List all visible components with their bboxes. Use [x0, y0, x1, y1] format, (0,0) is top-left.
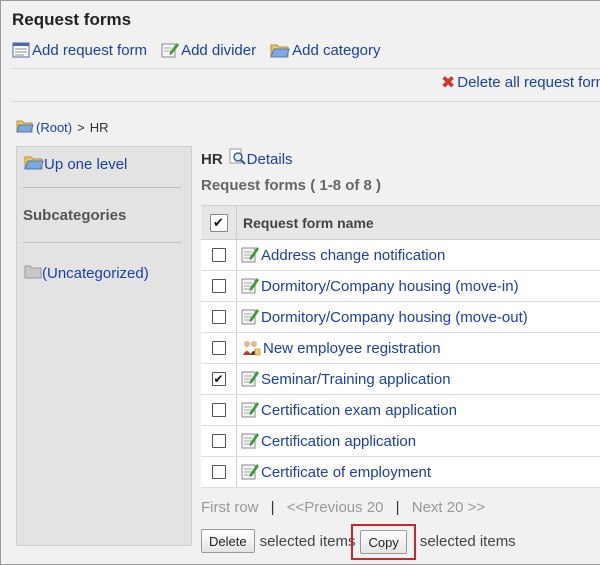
category-name: HR: [201, 150, 223, 168]
request-forms-table: ✔ Request form name Address change notif…: [201, 205, 600, 488]
list-form-icon: [12, 41, 30, 59]
table-header: ✔ Request form name: [201, 206, 600, 240]
request-form-name: Address change notification: [261, 246, 446, 264]
subcategories-heading: Subcategories: [23, 207, 127, 224]
toolbar: Add request form Add divider Add categor…: [12, 41, 395, 59]
request-form-name: Dormitory/Company housing (move-in): [261, 277, 519, 295]
details-label: Details: [246, 150, 293, 168]
row-checkbox[interactable]: [211, 403, 226, 417]
request-form-name: Certification exam application: [261, 401, 457, 419]
request-form-name: Dormitory/Company housing (move-out): [261, 308, 528, 326]
people-icon: [241, 339, 261, 357]
table-row: Dormitory/Company housing (move-in): [201, 271, 600, 302]
breadcrumb-current: HR: [89, 120, 109, 135]
row-checkbox[interactable]: [211, 465, 226, 479]
table-row: Certification application: [201, 426, 600, 457]
form-icon: [241, 277, 259, 295]
add-request-form-link[interactable]: Add request form: [12, 41, 147, 59]
table-row: Dormitory/Company housing (move-out): [201, 302, 600, 333]
pencil-sheet-icon: [161, 41, 180, 59]
selected-items-label: selected items: [259, 532, 356, 550]
bulk-actions: Delete selected items Copy selected item…: [201, 522, 516, 560]
add-divider-link[interactable]: Add divider: [161, 41, 256, 59]
folder-icon: [16, 118, 34, 137]
uncategorized-link[interactable]: (Uncategorized): [24, 263, 149, 283]
copy-highlight-box: Copy: [351, 524, 416, 560]
sidebar-divider: [23, 187, 181, 188]
divider-line: [12, 68, 600, 69]
pager-separator: |: [395, 499, 400, 516]
request-form-link[interactable]: Certification exam application: [237, 401, 457, 419]
app-window: Request forms Add request form Add divid…: [0, 0, 600, 565]
page-title: Request forms: [12, 10, 132, 29]
add-category-link[interactable]: Add category: [270, 41, 381, 59]
request-form-name: Certificate of employment: [261, 463, 432, 481]
gray-folder-icon: [24, 263, 42, 283]
copy-button[interactable]: Copy: [360, 530, 407, 554]
form-icon: [241, 308, 259, 326]
form-icon: [241, 246, 259, 264]
table-row: Certification exam application: [201, 395, 600, 426]
divider-line: [12, 101, 600, 102]
category-sidebar: Up one level Subcategories (Uncategorize…: [16, 146, 192, 546]
delete-x-icon: ✖: [441, 73, 456, 92]
previous-20-link: <<Previous 20: [286, 499, 384, 516]
delete-all-label: Delete all request forms: [457, 74, 600, 91]
category-header: HR Details: [201, 148, 293, 170]
request-form-link[interactable]: Certification application: [237, 432, 416, 450]
up-one-level-label: Up one level: [44, 155, 128, 173]
form-icon: [241, 463, 259, 481]
row-checkbox[interactable]: [211, 341, 226, 355]
delete-button[interactable]: Delete: [201, 529, 255, 553]
form-icon: [241, 401, 259, 419]
request-form-link[interactable]: Dormitory/Company housing (move-in): [237, 277, 519, 295]
form-icon: [241, 370, 259, 388]
request-form-name: Seminar/Training application: [261, 370, 451, 388]
breadcrumb-root-link[interactable]: (Root): [36, 120, 72, 135]
breadcrumb-separator: >: [77, 120, 85, 135]
row-checkbox[interactable]: [211, 310, 226, 324]
details-link[interactable]: Details: [229, 148, 293, 170]
add-divider-label: Add divider: [181, 41, 257, 59]
add-category-label: Add category: [292, 41, 381, 59]
table-row: ✔ Seminar/Training application: [201, 364, 600, 395]
up-one-level-link[interactable]: Up one level: [24, 153, 127, 175]
folder-up-icon: [24, 153, 44, 175]
selected-items-label: selected items: [419, 532, 516, 550]
row-checkbox[interactable]: ✔: [211, 372, 226, 386]
breadcrumb: (Root) > HR: [16, 118, 109, 137]
request-form-link[interactable]: Certificate of employment: [237, 463, 431, 481]
select-all-checkbox[interactable]: ✔: [209, 213, 228, 232]
form-icon: [241, 432, 259, 450]
request-form-link[interactable]: New employee registration: [237, 339, 441, 357]
delete-all-request-forms-link[interactable]: ✖ Delete all request forms: [441, 74, 600, 91]
table-row: Address change notification: [201, 240, 600, 271]
request-forms-count: Request forms ( 1-8 of 8 ): [201, 177, 382, 194]
sidebar-divider: [23, 242, 181, 243]
column-header-request-form-name: Request form name: [243, 214, 374, 231]
request-form-name: Certification application: [261, 432, 417, 450]
next-20-link: Next 20 >>: [411, 499, 486, 516]
request-form-link[interactable]: Dormitory/Company housing (move-out): [237, 308, 528, 326]
request-form-link[interactable]: Seminar/Training application: [237, 370, 451, 388]
table-row: Certificate of employment: [201, 457, 600, 488]
uncategorized-label: (Uncategorized): [42, 264, 149, 282]
first-row-link: First row: [201, 499, 259, 516]
pagination: First row | <<Previous 20 | Next 20 >>: [201, 499, 485, 516]
row-checkbox[interactable]: [211, 279, 226, 293]
row-checkbox[interactable]: [211, 434, 226, 448]
row-checkbox[interactable]: [211, 248, 226, 262]
request-form-name: New employee registration: [263, 339, 441, 357]
magnifier-icon: [229, 148, 247, 170]
table-body: Address change notification Dormitory/Com…: [201, 240, 600, 488]
folder-icon: [270, 41, 290, 59]
pager-separator: |: [270, 499, 275, 516]
request-form-link[interactable]: Address change notification: [237, 246, 445, 264]
table-row: New employee registration: [201, 333, 600, 364]
add-request-form-label: Add request form: [32, 41, 148, 59]
